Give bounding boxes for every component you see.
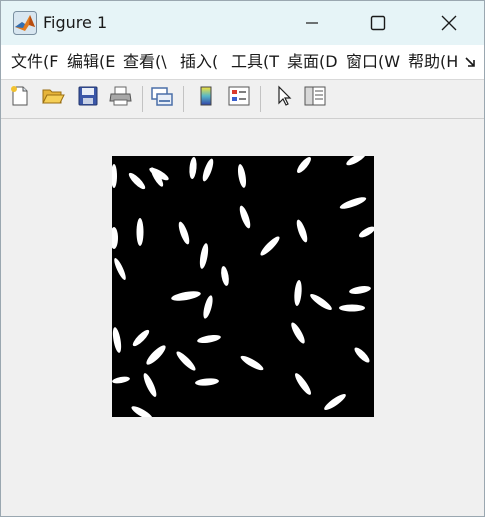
print-icon	[109, 85, 133, 111]
menu-tools[interactable]: 工具(T	[231, 52, 281, 72]
open-file-button[interactable]	[40, 85, 66, 111]
new-figure-icon	[9, 85, 31, 111]
minimize-icon	[305, 16, 319, 30]
maximize-button[interactable]	[355, 1, 401, 45]
toolbar-separator	[260, 86, 261, 112]
menu-file[interactable]: 文件(F	[11, 52, 59, 72]
menu-bar: 文件(F 编辑(E 查看(\ 插入( 工具(T 桌面(D 窗口(W 帮助(H	[1, 45, 484, 80]
binary-image[interactable]	[112, 156, 374, 417]
rice-grains-image	[112, 156, 374, 417]
property-inspector-button[interactable]	[302, 85, 328, 111]
menu-edit[interactable]: 编辑(E	[67, 52, 115, 72]
insert-colorbar-button[interactable]	[193, 85, 219, 111]
open-file-icon	[41, 85, 65, 111]
maximize-icon	[370, 15, 386, 31]
menu-insert[interactable]: 插入(	[180, 52, 224, 72]
toolbar-separator	[183, 86, 184, 112]
edit-plot-cursor-icon	[274, 85, 294, 111]
close-button[interactable]	[426, 1, 472, 45]
link-plot-button[interactable]	[149, 85, 175, 111]
window-title: Figure 1	[43, 13, 108, 32]
print-button[interactable]	[108, 85, 134, 111]
close-icon	[441, 15, 457, 31]
title-bar[interactable]: Figure 1	[1, 1, 484, 45]
save-icon	[77, 85, 99, 111]
link-plot-icon	[150, 85, 174, 111]
insert-legend-icon	[227, 85, 251, 111]
edit-plot-button[interactable]	[271, 85, 297, 111]
menu-desktop[interactable]: 桌面(D	[287, 52, 339, 72]
minimize-button[interactable]	[289, 1, 335, 45]
chevron-overflow-icon[interactable]	[463, 54, 479, 70]
property-inspector-icon	[303, 85, 327, 111]
figure-window: Figure 1 文件(F 编辑(E 查看(\ 插入( 工具(T 桌面(D 窗口…	[0, 0, 485, 517]
menu-view[interactable]: 查看(\	[123, 52, 173, 72]
figure-canvas[interactable]	[1, 119, 484, 516]
menu-window[interactable]: 窗口(W	[346, 52, 401, 72]
matlab-icon	[13, 11, 37, 35]
save-button[interactable]	[75, 85, 101, 111]
insert-legend-button[interactable]	[226, 85, 252, 111]
new-figure-button[interactable]	[7, 85, 33, 111]
toolbar	[1, 80, 484, 119]
insert-colorbar-icon	[196, 85, 216, 111]
toolbar-separator	[142, 86, 143, 112]
menu-help[interactable]: 帮助(H	[408, 52, 460, 72]
